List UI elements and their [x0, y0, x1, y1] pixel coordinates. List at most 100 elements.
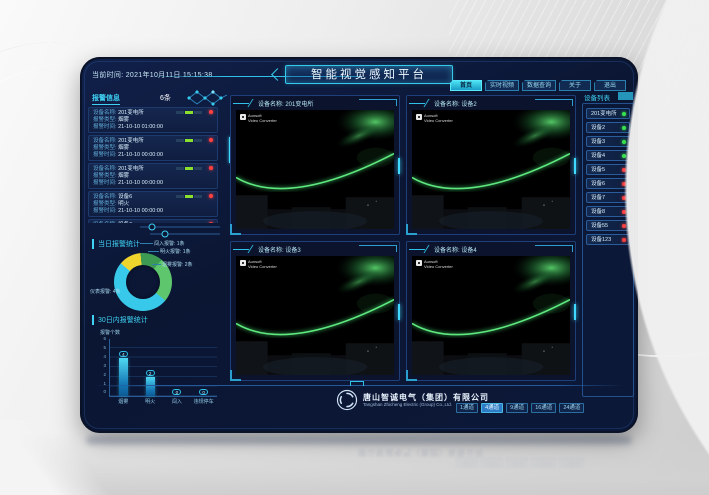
alarm-type: 烟雾 [118, 173, 129, 179]
y-tick: 6 [94, 337, 106, 342]
device-status-dot [622, 224, 626, 228]
donut-label: 烟雾报警: 2条 [162, 261, 193, 268]
company-logo-icon [336, 389, 358, 411]
nav-tab[interactable]: 关于 [559, 80, 591, 91]
donut-label: 明火报警: 1条 [160, 248, 191, 255]
device-list-panel: 设备列表 201变电所 设备2 设备3 设备4 [582, 103, 634, 397]
y-axis-label: 报警个数 [100, 329, 120, 336]
alarm-list-item[interactable]: 设备名称: 201变电所 报警类型: 烟雾 报警时间: 21-10-10 00:… [88, 163, 218, 189]
nav-tab[interactable]: 数据查询 [522, 80, 556, 91]
video-panel[interactable]: 设备名称: 设备3 [230, 241, 400, 381]
video-panel-header: 设备名称: 设备4 [409, 243, 573, 255]
channel-button[interactable]: 9通道 [506, 403, 528, 413]
bar-value-bubble: 0 [199, 389, 208, 395]
device-name: 设备55 [591, 223, 608, 229]
alarm-list-item[interactable]: 设备名称: 设备6 报警类型: 明火 报警时间: 21-10-10 00:00:… [88, 191, 218, 217]
device-list-item[interactable]: 设备123 [586, 234, 630, 245]
channel-button[interactable]: 24通道 [559, 403, 584, 413]
footer-reflection: 唐山智诚电气（集团）有限公司 1通道 4通道 9通道 16通道 24通道 [80, 440, 638, 486]
alarm-device-name: 201变电所 [118, 110, 144, 116]
corner-bracket-icon [359, 245, 397, 252]
alarm-time: 21-10-10 00:00:00 [118, 180, 163, 186]
signal-strip-icon [176, 195, 202, 198]
alarm-device-name: 201变电所 [118, 166, 144, 172]
bar-column: 4 烟雾 [113, 339, 133, 396]
device-status-dot [622, 210, 626, 214]
device-list-item[interactable]: 设备7 [586, 192, 630, 203]
monthly-alarm-bar-chart: 报警个数 6 5 4 3 2 1 0 [94, 329, 222, 407]
alarm-panel: 报警信息 6条 设备名称: 201变电所 [88, 91, 226, 427]
dashboard-screen: 当前时间: 2021年10月11日 15:15:38 智能视觉感知平台 首页 实… [80, 57, 638, 433]
nav-tab[interactable]: 首页 [450, 80, 482, 91]
bar-column: 0 违规停车 [194, 339, 214, 396]
channel-button[interactable]: 1通道 [456, 403, 478, 413]
device-list-item[interactable]: 设备3 [586, 136, 630, 147]
bar-value-bubble: 0 [172, 389, 181, 395]
donut-label: 闯入报警: 1条 [154, 240, 185, 247]
alarm-time: 21-10-10 00:00:00 [118, 152, 163, 158]
signal-strip-icon [176, 111, 202, 114]
device-name: 设备6 [591, 181, 605, 187]
video-screen: Aunsoft Video Converter [236, 110, 394, 229]
video-panel-title: 设备名称: 设备2 [434, 99, 477, 108]
video-panel[interactable]: 设备名称: 设备4 [406, 241, 576, 381]
alarm-list-item[interactable]: 设备名称: 201变电所 报警类型: 烟雾 报警时间: 21-10-10 01:… [88, 107, 218, 133]
video-scene [412, 256, 570, 375]
channel-buttons: 1通道 4通道 9通道 16通道 24通道 [456, 403, 584, 413]
footer-notch-icon [350, 381, 364, 386]
video-panel[interactable]: 设备名称: 201变电所 [230, 95, 400, 235]
device-list-item[interactable]: 设备4 [586, 150, 630, 161]
watermark-logo-icon [240, 114, 246, 120]
slash-decoration-icon [424, 245, 434, 253]
video-screen: Aunsoft Video Converter [236, 256, 394, 375]
video-panel-title: 设备名称: 201变电所 [258, 99, 313, 108]
slider-decoration[interactable] [140, 223, 222, 238]
device-list-item[interactable]: 201变电所 [586, 108, 630, 119]
y-tick: 4 [94, 355, 106, 360]
signal-strip-icon [176, 167, 202, 170]
device-list-item[interactable]: 设备6 [586, 178, 630, 189]
device-list-item[interactable]: 设备8 [586, 206, 630, 217]
device-list-item[interactable]: 设备55 [586, 220, 630, 231]
video-scene [412, 110, 570, 229]
device-status-dot [622, 154, 626, 158]
alarm-panel-title: 报警信息 [92, 93, 120, 103]
device-list-tab[interactable] [618, 92, 633, 100]
device-list-item[interactable]: 设备2 [586, 122, 630, 133]
bar-category-label: 闯入 [172, 398, 182, 405]
bar-category-label: 违规停车 [194, 398, 214, 405]
device-status-dot [622, 196, 626, 200]
y-tick: 3 [94, 364, 106, 369]
bar-column: 2 明火 [140, 339, 160, 396]
molecule-icon [184, 87, 230, 109]
video-panel[interactable]: 设备名称: 设备2 [406, 95, 576, 235]
device-status-dot [622, 168, 626, 172]
alarm-device-name: 201变电所 [118, 138, 144, 144]
device-name: 设备2 [591, 125, 605, 131]
device-name: 设备5 [591, 167, 605, 173]
alarm-type: 烟雾 [118, 145, 129, 151]
bar-value-bubble: 2 [146, 370, 155, 376]
plot-area: 4 烟雾 2 明火 0 [109, 339, 217, 397]
channel-button[interactable]: 4通道 [481, 403, 503, 413]
corner-bracket-icon [359, 99, 397, 106]
alarm-list: 设备名称: 201变电所 报警类型: 烟雾 报警时间: 21-10-10 01:… [88, 107, 218, 223]
alarm-list-item[interactable]: 设备名称: 201变电所 报警类型: 烟雾 报警时间: 21-10-10 00:… [88, 135, 218, 161]
signal-strip-icon [176, 139, 202, 142]
device-name: 设备4 [591, 153, 605, 159]
company-name-cn: 唐山智诚电气（集团）有限公司 [363, 393, 489, 402]
y-tick: 2 [94, 373, 106, 378]
nav-tab[interactable]: 退出 [594, 80, 626, 91]
nav-tab[interactable]: 实时视频 [485, 80, 519, 91]
device-list-item[interactable]: 设备5 [586, 164, 630, 175]
channel-button[interactable]: 16通道 [531, 403, 556, 413]
video-panel-header: 设备名称: 设备2 [409, 97, 573, 109]
alarm-type: 烟雾 [118, 117, 129, 123]
product-photo-stage: 当前时间: 2021年10月11日 15:15:38 智能视觉感知平台 首页 实… [0, 0, 709, 495]
watermark: Aunsoft Video Converter [240, 114, 277, 123]
bar [119, 358, 128, 396]
device-name: 设备123 [591, 237, 611, 243]
watermark: Aunsoft Video Converter [416, 260, 453, 269]
device-status-dot [622, 126, 626, 130]
video-scene [236, 256, 394, 375]
